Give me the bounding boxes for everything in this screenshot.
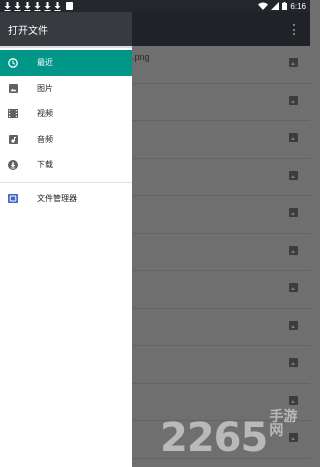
image-icon xyxy=(8,83,18,93)
nav-item-file-manager[interactable]: 文件管理器 xyxy=(0,186,132,212)
image-file-icon xyxy=(289,58,298,67)
nav-item-videos[interactable]: 视频 xyxy=(0,101,132,127)
drawer-header: 打开文件 xyxy=(0,12,132,46)
system-icons: 6:16 xyxy=(258,2,306,11)
watermark-text: 手游网 xyxy=(269,409,298,439)
image-file-icon xyxy=(289,358,298,367)
battery-icon xyxy=(282,2,288,10)
download-icon xyxy=(14,1,21,11)
nav-item-label: 下载 xyxy=(37,160,53,170)
clock-icon xyxy=(8,57,18,68)
image-file-icon xyxy=(289,245,298,255)
wifi-icon xyxy=(258,2,269,10)
drawer-nav-list: 最近 图片 视频 音频 下载 文件管理器 xyxy=(0,48,132,211)
nav-item-label: 最近 xyxy=(37,58,53,68)
video-icon xyxy=(8,109,18,119)
image-file-icon xyxy=(289,133,298,142)
nav-divider xyxy=(0,181,132,183)
nav-item-label: 音频 xyxy=(37,134,53,144)
nav-item-downloads[interactable]: 下载 xyxy=(0,152,132,178)
audio-icon xyxy=(8,134,18,144)
download-icon xyxy=(4,1,11,11)
file-name: .png xyxy=(132,52,150,62)
watermark-number: 2265 xyxy=(160,415,268,461)
watermark: 2265 手游网 xyxy=(160,410,310,458)
download-icon xyxy=(24,1,31,11)
overflow-menu-icon[interactable] xyxy=(292,24,296,35)
image-file-icon xyxy=(289,320,298,330)
drawer-title: 打开文件 xyxy=(8,25,48,37)
status-time: 6:16 xyxy=(290,1,306,11)
notification-icons xyxy=(4,1,73,11)
file-manager-icon xyxy=(8,193,18,203)
nav-item-label: 图片 xyxy=(37,83,53,93)
sd-card-icon xyxy=(66,2,73,10)
status-bar: 6:16 xyxy=(0,0,310,12)
download-circle-icon xyxy=(8,159,18,170)
nav-item-audio[interactable]: 音频 xyxy=(0,127,132,153)
download-icon xyxy=(44,1,51,11)
screen: 6:16 .png 2265 手游网 打开文件 最近 图片 视频 音频 下载 文… xyxy=(0,0,310,467)
image-file-icon xyxy=(289,208,298,217)
nav-item-images[interactable]: 图片 xyxy=(0,76,132,102)
nav-item-label: 文件管理器 xyxy=(37,193,77,203)
download-icon xyxy=(34,1,41,11)
image-file-icon xyxy=(289,95,298,105)
image-file-icon xyxy=(289,170,298,180)
image-file-icon xyxy=(289,283,298,292)
image-file-icon xyxy=(289,395,298,405)
navigation-drawer: 打开文件 最近 图片 视频 音频 下载 文件管理器 xyxy=(0,12,132,467)
nav-item-label: 视频 xyxy=(37,109,53,119)
download-icon xyxy=(54,1,61,11)
signal-icon xyxy=(271,2,280,10)
nav-item-recent[interactable]: 最近 xyxy=(0,50,132,76)
